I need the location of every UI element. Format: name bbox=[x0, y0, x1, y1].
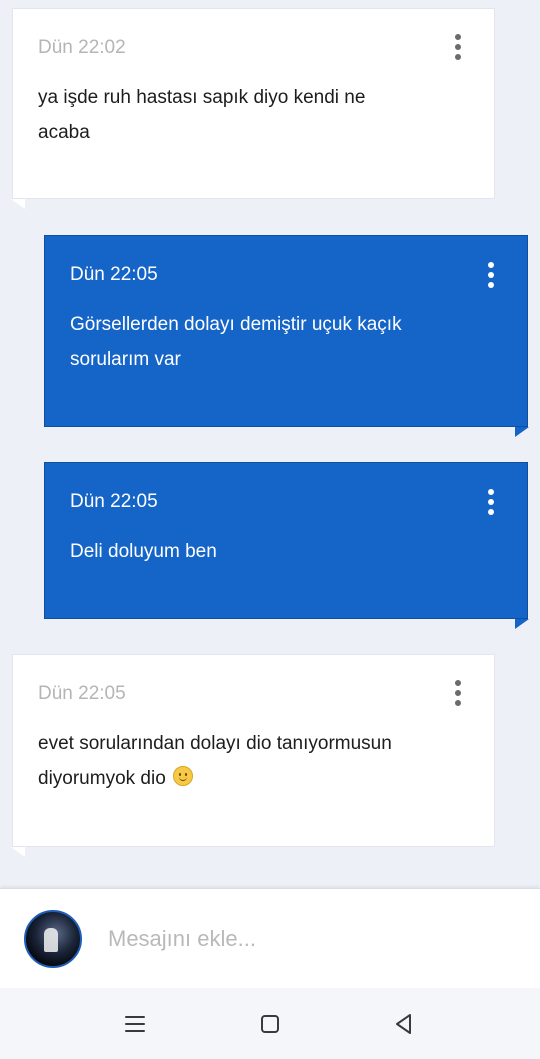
more-options-icon[interactable] bbox=[479, 260, 503, 290]
message-text: ya işde ruh hastası sapık diyo kendi ne … bbox=[38, 80, 365, 150]
message-timestamp: Dün 22:05 bbox=[70, 264, 158, 285]
message-body: Dün 22:05 evet sorularından dolayı dio t… bbox=[12, 654, 495, 847]
message-bubble-incoming: Dün 22:02 ya işde ruh hastası sapık diyo… bbox=[11, 8, 495, 209]
message-text: Deli doluyum ben bbox=[70, 534, 217, 569]
message-body: Dün 22:05 Görsellerden dolayı demiştir u… bbox=[44, 235, 528, 427]
bubble-tail bbox=[11, 847, 25, 857]
home-square-icon[interactable] bbox=[256, 1010, 284, 1038]
message-line: sorularım var bbox=[70, 349, 181, 370]
message-bubble-outgoing: Dün 22:05 Görsellerden dolayı demiştir u… bbox=[44, 235, 529, 437]
slightly-smiling-face-icon bbox=[173, 766, 194, 786]
avatar[interactable] bbox=[24, 910, 82, 968]
more-options-icon[interactable] bbox=[446, 32, 470, 62]
message-timestamp: Dün 22:05 bbox=[38, 683, 126, 704]
bubble-tail bbox=[515, 619, 529, 629]
message-line: acaba bbox=[38, 122, 90, 143]
message-line: evet sorularından dolayı dio tanıyormusu… bbox=[38, 733, 392, 754]
message-body: Dün 22:02 ya işde ruh hastası sapık diyo… bbox=[12, 8, 495, 199]
message-composer bbox=[0, 888, 540, 989]
message-line-text: diyorumyok dio bbox=[38, 768, 166, 789]
back-triangle-icon[interactable] bbox=[390, 1010, 418, 1038]
message-line: Deli doluyum ben bbox=[70, 541, 217, 562]
message-body: Dün 22:05 Deli doluyum ben bbox=[44, 462, 528, 619]
message-text: Görsellerden dolayı demiştir uçuk kaçık … bbox=[70, 307, 402, 377]
message-line: diyorumyok dio bbox=[38, 761, 392, 796]
message-line: Görsellerden dolayı demiştir uçuk kaçık bbox=[70, 314, 402, 335]
message-bubble-outgoing: Dün 22:05 Deli doluyum ben bbox=[44, 462, 529, 629]
menu-icon[interactable] bbox=[121, 1010, 149, 1038]
message-bubble-incoming: Dün 22:05 evet sorularından dolayı dio t… bbox=[11, 654, 495, 857]
message-line: ya işde ruh hastası sapık diyo kendi ne bbox=[38, 87, 366, 108]
message-timestamp: Dün 22:02 bbox=[38, 37, 126, 58]
message-timestamp: Dün 22:05 bbox=[70, 491, 158, 512]
more-options-icon[interactable] bbox=[479, 487, 503, 517]
bubble-tail bbox=[11, 199, 25, 209]
bubble-tail bbox=[515, 427, 529, 437]
more-options-icon[interactable] bbox=[446, 678, 470, 708]
system-navigation-bar bbox=[0, 988, 540, 1059]
message-input[interactable] bbox=[108, 921, 508, 957]
message-text: evet sorularından dolayı dio tanıyormusu… bbox=[38, 726, 392, 796]
